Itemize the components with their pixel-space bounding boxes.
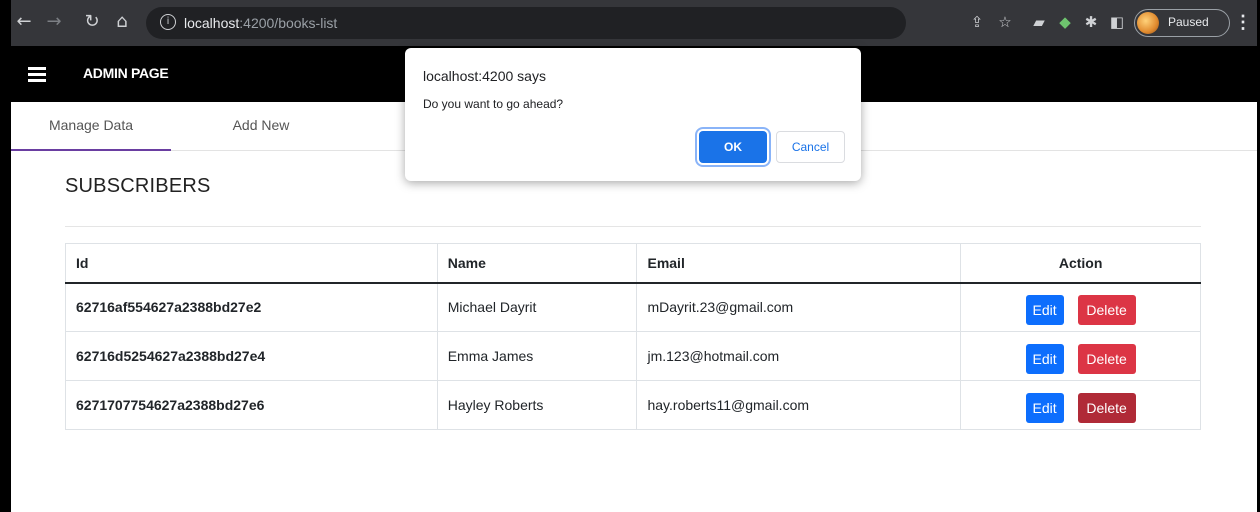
cell-email: jm.123@hotmail.com [636,331,962,381]
share-icon[interactable]: ⇪ [966,11,988,33]
cell-action: Edit Delete [960,380,1201,430]
cell-email: hay.roberts11@gmail.com [636,380,962,430]
table-row: 62716d5254627a2388bd27e4 Emma James jm.1… [65,331,1201,381]
tab-add-new[interactable]: Add New [181,102,341,151]
ok-button[interactable]: OK [699,131,767,163]
cell-id: 6271707754627a2388bd27e6 [65,380,438,430]
table-header-row: Id Name Email Action [65,243,1201,284]
forward-icon[interactable]: → [42,10,66,34]
dialog-message: Do you want to go ahead? [423,97,564,111]
edit-button[interactable]: Edit [1025,295,1064,326]
page-title: SUBSCRIBERS [65,175,211,197]
divider [65,226,1201,227]
home-icon[interactable]: ⌂ [110,10,134,34]
cell-action: Edit Delete [960,282,1201,332]
table-row: 62716af554627a2388bd27e2 Michael Dayrit … [65,282,1201,332]
edit-button[interactable]: Edit [1025,344,1064,374]
extension-icon[interactable]: ▰ [1028,11,1050,33]
column-header-email: Email [636,243,962,284]
cell-action: Edit Delete [960,331,1201,381]
browser-toolbar: ← → ↻ ⌂ i localhost:4200/books-list ⇪ ☆ … [0,0,1260,46]
delete-button[interactable]: Delete [1077,393,1136,423]
column-header-name: Name [436,243,638,284]
back-icon[interactable]: ← [12,10,36,34]
cancel-button[interactable]: Cancel [776,131,845,163]
column-header-action: Action [960,243,1201,284]
profile-status: Paused [1168,15,1209,29]
puzzle-icon[interactable]: ✱ [1080,11,1102,33]
window-frame [0,0,11,512]
address-bar[interactable]: i localhost:4200/books-list [146,7,906,39]
confirm-dialog: localhost:4200 says Do you want to go ah… [405,48,861,181]
profile-button[interactable]: Paused [1134,9,1230,37]
url-text[interactable]: localhost:4200/books-list [184,15,337,31]
hamburger-icon[interactable] [28,67,46,82]
extension-icon[interactable]: ◆ [1054,11,1076,33]
menu-icon[interactable]: ⋮ [1234,10,1252,34]
tab-manage-data[interactable]: Manage Data [11,102,171,151]
edit-button[interactable]: Edit [1025,393,1064,423]
app-title: ADMIN PAGE [83,65,169,81]
cell-id: 62716af554627a2388bd27e2 [65,282,438,332]
star-icon[interactable]: ☆ [994,11,1016,33]
table-row: 6271707754627a2388bd27e6 Hayley Roberts … [65,380,1201,430]
delete-button[interactable]: Delete [1077,295,1136,326]
column-header-id: Id [65,243,438,284]
cell-name: Hayley Roberts [436,380,638,430]
subscribers-table: Id Name Email Action 62716af554627a2388b… [65,243,1201,430]
cell-name: Michael Dayrit [436,282,638,332]
cell-id: 62716d5254627a2388bd27e4 [65,331,438,381]
dialog-title: localhost:4200 says [423,68,546,84]
cell-name: Emma James [436,331,638,381]
cell-email: mDayrit.23@gmail.com [636,282,962,332]
info-icon[interactable]: i [160,14,176,30]
reload-icon[interactable]: ↻ [80,10,104,34]
avatar [1137,12,1159,34]
sidepanel-icon[interactable]: ◧ [1106,11,1128,33]
delete-button[interactable]: Delete [1077,344,1136,374]
